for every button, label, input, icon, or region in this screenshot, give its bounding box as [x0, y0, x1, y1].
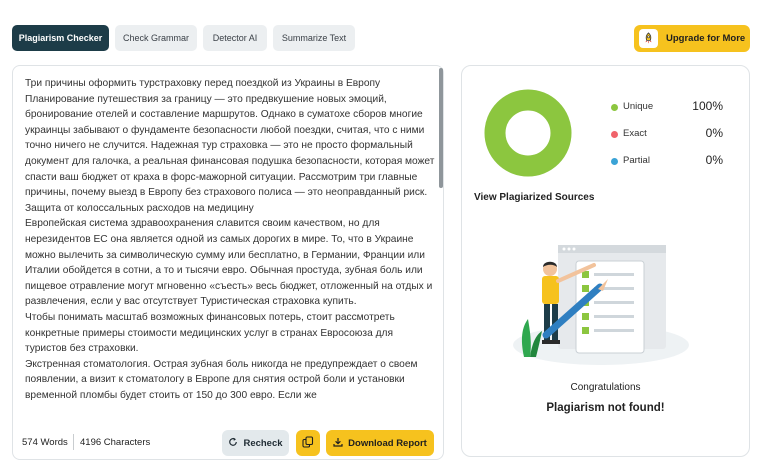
- download-icon: [333, 437, 343, 450]
- upgrade-button[interactable]: Upgrade for More: [634, 25, 750, 52]
- top-toolbar: Plagiarism Checker Check Grammar Detecto…: [0, 0, 768, 62]
- view-plagiarized-sources-heading: View Plagiarized Sources: [474, 192, 595, 203]
- exact-dot-icon: [611, 131, 618, 138]
- exact-percentage: 0%: [705, 126, 723, 140]
- tab-plagiarism-checker[interactable]: Plagiarism Checker: [12, 25, 109, 51]
- paragraph: Защита от колоссальных расходов на медиц…: [25, 202, 254, 214]
- partial-dot-icon: [611, 158, 618, 165]
- paragraph: Европейская система здравоохранения слав…: [25, 218, 433, 308]
- legend-exact: Exact 0%: [611, 126, 723, 141]
- text-editor[interactable]: Три причины оформить турстраховку перед …: [12, 65, 444, 460]
- rocket-icon: [639, 29, 658, 48]
- tab-check-grammar[interactable]: Check Grammar: [115, 25, 197, 51]
- recheck-button[interactable]: Recheck: [222, 430, 289, 456]
- legend-unique: Unique 100%: [611, 99, 723, 114]
- unique-label: Unique: [623, 101, 654, 112]
- copy-icon: [302, 435, 314, 451]
- legend-partial: Partial 0%: [611, 153, 723, 168]
- copy-button[interactable]: [296, 430, 320, 456]
- exact-label: Exact: [623, 128, 647, 139]
- tab-detector-ai[interactable]: Detector AI: [203, 25, 267, 51]
- results-panel: Unique 100% Exact 0% Partial 0% View Pla…: [461, 65, 750, 457]
- tab-summarize-text[interactable]: Summarize Text: [273, 25, 355, 51]
- download-report-button[interactable]: Download Report: [326, 430, 434, 456]
- donut-segment-unique: [484, 89, 572, 177]
- congratulations-text: Congratulations: [570, 382, 641, 393]
- upgrade-label: Upgrade for More: [666, 33, 746, 44]
- checklist-illustration: [513, 245, 689, 365]
- download-label: Download Report: [348, 437, 427, 449]
- partial-percentage: 0%: [705, 153, 723, 167]
- plagiarism-not-found-text: Plagiarism not found!: [546, 402, 665, 414]
- partial-label: Partial: [623, 155, 650, 166]
- editor-scrollbar[interactable]: [439, 68, 443, 188]
- refresh-icon: [228, 437, 238, 450]
- paragraph: Экстренная стоматология. Острая зубная б…: [25, 358, 418, 401]
- word-count: 574 Words: [22, 437, 68, 448]
- unique-dot-icon: [611, 104, 618, 111]
- paragraph: Три причины оформить турстраховку перед …: [25, 78, 381, 89]
- unique-percentage: 100%: [692, 99, 723, 113]
- editor-footer: 574 Words 4196 Characters Recheck Downlo…: [13, 426, 443, 460]
- paragraph: Планирование путешествия за границу — эт…: [25, 93, 435, 199]
- character-count: 4196 Characters: [80, 437, 151, 448]
- editor-content[interactable]: Три причины оформить турстраховку перед …: [25, 76, 435, 424]
- uniqueness-donut-chart: [484, 89, 572, 177]
- divider: [73, 434, 74, 450]
- recheck-label: Recheck: [243, 437, 283, 449]
- paragraph: Чтобы понимать масштаб возможных финансо…: [25, 311, 395, 355]
